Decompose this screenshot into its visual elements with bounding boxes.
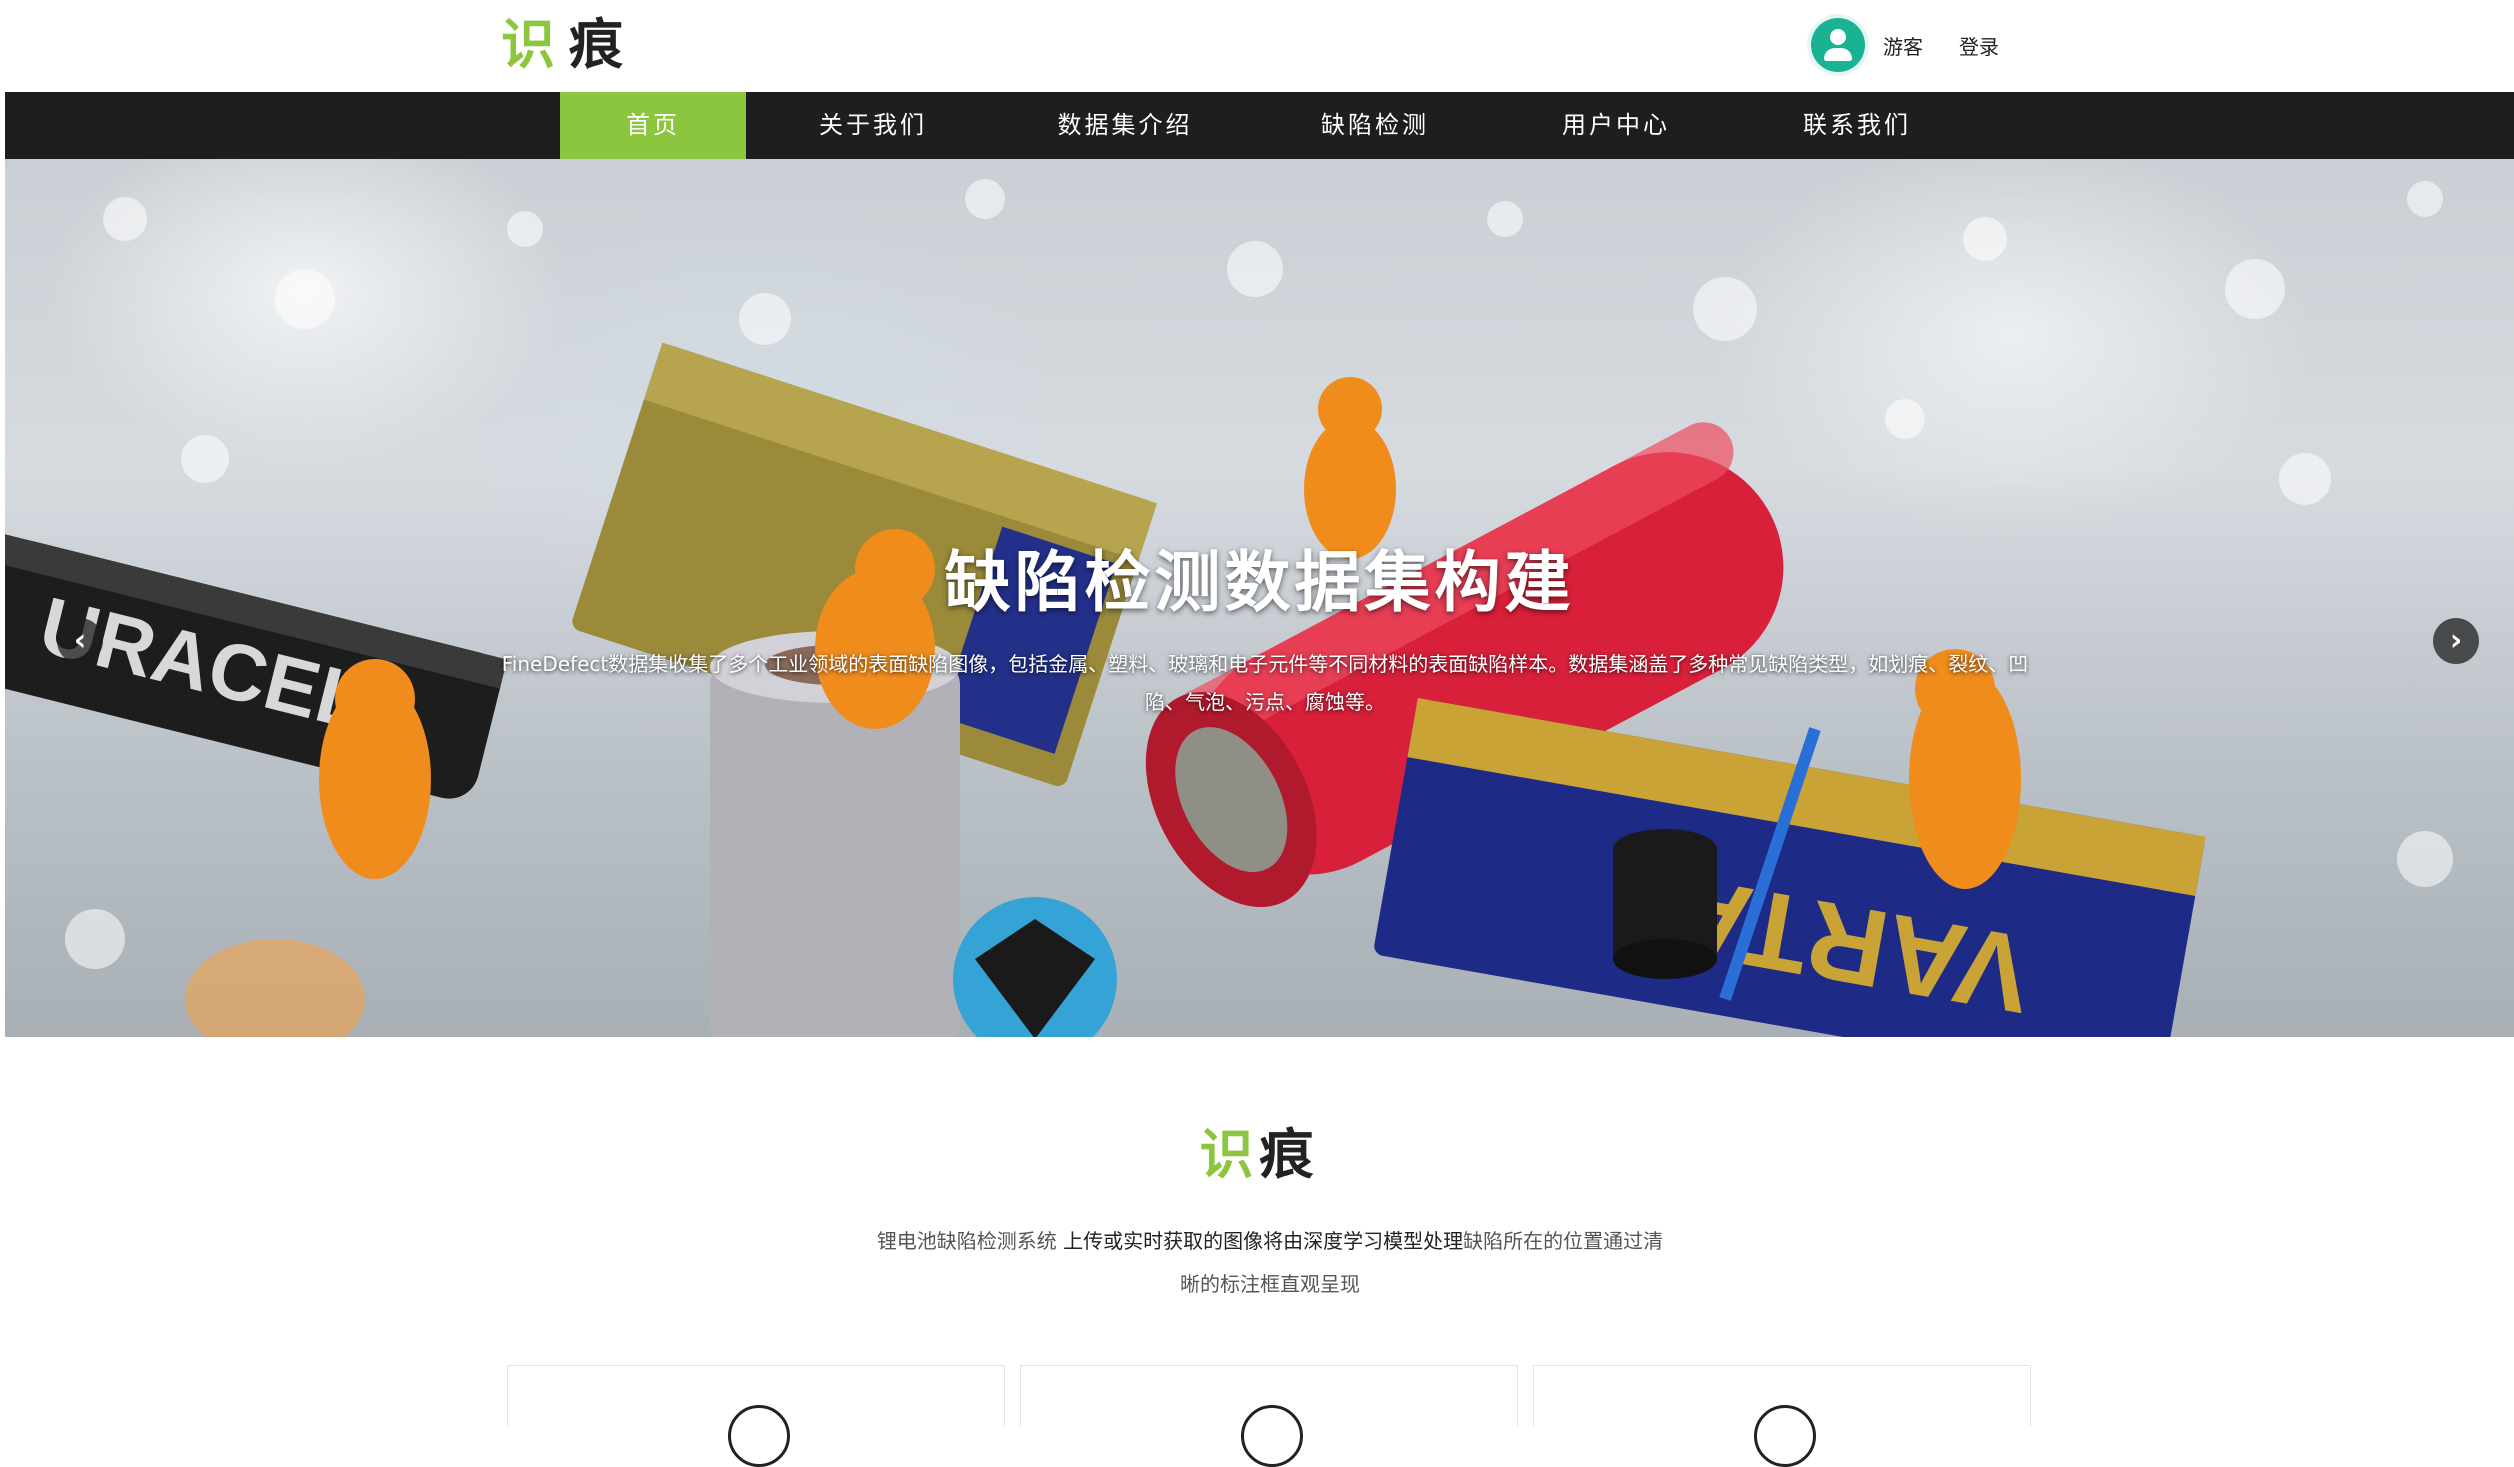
nav-item-contact[interactable]: 联系我们	[1751, 92, 1963, 159]
user-avatar-icon[interactable]	[1811, 18, 1865, 72]
logo-char-1: 识	[501, 13, 569, 76]
carousel-next-button[interactable]: ›	[2433, 618, 2479, 664]
main-nav: 首页 关于我们 数据集介绍 缺陷检测 用户中心 联系我们	[5, 92, 2514, 159]
nav-item-user-center[interactable]: 用户中心	[1510, 92, 1722, 159]
feature-icon	[1754, 1405, 1816, 1467]
nav-item-about[interactable]: 关于我们	[767, 92, 979, 159]
intro-logo-char-2: 痕	[1259, 1123, 1320, 1186]
login-link[interactable]: 登录	[1959, 31, 1999, 60]
hero-title: 缺陷检测数据集构建	[944, 544, 1575, 621]
intro-logo: 识痕	[5, 1120, 2514, 1190]
page: 识痕 游客 登录 首页 关于我们 数据集介绍 缺陷检测 用户中心 联系我们 UR…	[5, 0, 2514, 1467]
feature-card-3[interactable]	[1533, 1365, 2031, 1467]
chevron-left-icon: ‹	[73, 623, 87, 658]
nav-item-dataset[interactable]: 数据集介绍	[1005, 92, 1245, 159]
intro-logo-char-1: 识	[1199, 1123, 1260, 1186]
intro-text-part-1: 锂电池缺陷检测系统	[876, 1229, 1064, 1253]
logo-char-2: 痕	[569, 13, 637, 76]
hero-description: FineDefect数据集收集了多个工业领域的表面缺陷图像，包括金属、塑料、玻璃…	[501, 652, 2029, 714]
intro-text-part-2: 上传或实时获取的图像将由深度学习模型处理	[1063, 1229, 1464, 1253]
header: 识痕 游客 登录	[5, 0, 2514, 92]
user-area: 游客 登录	[1811, 17, 1999, 73]
chevron-right-icon: ›	[2449, 623, 2463, 658]
feature-icon	[1241, 1405, 1303, 1467]
guest-label: 游客	[1883, 34, 1923, 59]
hero-carousel: URACELL VARTA 缺陷检测数据集构建 FineDefect数据集收集了…	[5, 159, 2514, 1037]
carousel-prev-button[interactable]: ‹	[57, 618, 103, 664]
nav-item-home[interactable]: 首页	[560, 92, 746, 159]
site-logo[interactable]: 识痕	[501, 10, 637, 80]
feature-card-2[interactable]	[1020, 1365, 1518, 1467]
intro-description: 锂电池缺陷检测系统 上传或实时获取的图像将由深度学习模型处理缺陷所在的位置通过清…	[875, 1220, 1665, 1306]
feature-icon	[728, 1405, 790, 1467]
nav-item-detection[interactable]: 缺陷检测	[1269, 92, 1481, 159]
feature-card-1[interactable]	[507, 1365, 1005, 1467]
